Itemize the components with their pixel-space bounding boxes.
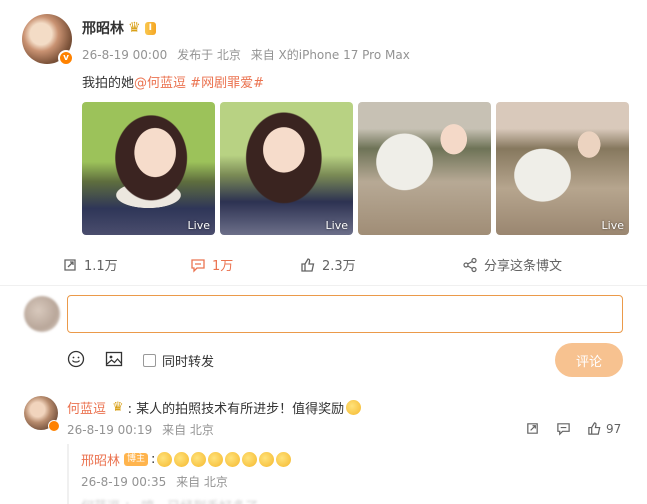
live-badge: Live bbox=[601, 219, 624, 232]
comment-actions: 97 bbox=[525, 421, 621, 436]
live-badge: Live bbox=[187, 219, 210, 232]
grin-emoji-icon bbox=[191, 452, 207, 467]
thumbs-up-icon bbox=[301, 257, 315, 272]
comment-time: 26-8-19 00:19 bbox=[67, 423, 153, 437]
post-meta: 26-8-19 00:00 发布于 北京 来自 X的iPhone 17 Pro … bbox=[82, 46, 416, 63]
repost-icon[interactable] bbox=[525, 421, 540, 436]
grin-emoji-icon bbox=[157, 452, 173, 467]
post-header: v 邢昭林 ♛ I 26-8-19 00:00 发布于 北京 来自 X的iPho… bbox=[22, 14, 416, 66]
author-info: 邢昭林 ♛ I 26-8-19 00:00 发布于 北京 来自 X的iPhone… bbox=[82, 14, 416, 64]
topic-link[interactable]: #网剧罪爱# bbox=[190, 76, 264, 91]
grin-emoji-icon bbox=[259, 452, 275, 467]
photo-1[interactable]: Live bbox=[82, 102, 215, 235]
grin-emoji-icon bbox=[225, 452, 241, 467]
cheeky-emoji-icon bbox=[346, 400, 362, 415]
reply-author-name[interactable]: 邢昭林 bbox=[81, 450, 120, 469]
photo-2[interactable]: Live bbox=[220, 102, 353, 235]
photo-3[interactable] bbox=[358, 102, 491, 235]
sync-repost-label: 同时转发 bbox=[162, 355, 215, 370]
comment-meta: 26-8-19 00:19 来自 北京 bbox=[67, 421, 220, 438]
comment-button[interactable]: 1万 bbox=[190, 255, 233, 274]
photo-gallery: Live Live Live bbox=[82, 102, 629, 235]
like-button[interactable]: 2.3万 bbox=[300, 255, 356, 274]
reply-thread: 邢昭林 博主 : 26-8-19 00:35 来自 北京 何蓝逗 ： 哼，已经到… bbox=[67, 444, 635, 504]
comment-text: : 某人的拍照技术有所进步！值得奖励 bbox=[127, 402, 345, 417]
vip-badge: I bbox=[144, 21, 156, 35]
sync-repost-checkbox[interactable] bbox=[143, 354, 156, 367]
verified-badge-icon: v bbox=[58, 50, 74, 66]
comment-icon bbox=[191, 258, 205, 273]
reply-line-2: 何蓝逗 ： 哼，已经到手好多了 bbox=[81, 496, 258, 504]
photo-4[interactable]: Live bbox=[496, 102, 629, 235]
image-icon[interactable] bbox=[105, 350, 123, 368]
thumbs-up-icon[interactable] bbox=[587, 421, 602, 436]
repost-count: 1.1万 bbox=[84, 259, 118, 274]
post-device: 来自 X的iPhone 17 Pro Max bbox=[250, 48, 410, 62]
post-text-prefix: 我拍的她 bbox=[82, 76, 135, 91]
post-time[interactable]: 26-8-19 00:00 bbox=[82, 48, 167, 62]
sync-repost-option[interactable]: 同时转发 bbox=[143, 351, 214, 370]
post-text: 我拍的她@何蓝逗 #网剧罪爱# bbox=[82, 72, 264, 91]
reply-meta: 26-8-19 00:35 来自 北京 bbox=[81, 473, 234, 490]
divider bbox=[0, 285, 647, 286]
comment-location: 来自 北京 bbox=[162, 423, 214, 437]
post-location: 发布于 北京 bbox=[177, 48, 241, 62]
like-count: 2.3万 bbox=[322, 259, 356, 274]
repost-icon bbox=[64, 258, 76, 271]
mention-link[interactable]: @何蓝逗 bbox=[134, 76, 186, 91]
crown-icon: ♛ bbox=[112, 400, 124, 415]
share-icon bbox=[463, 257, 477, 272]
author-name[interactable]: 邢昭林 bbox=[82, 18, 124, 38]
reply-text: : bbox=[151, 452, 156, 467]
share-label: 分享这条博文 bbox=[484, 259, 563, 274]
grin-emoji-icon bbox=[242, 452, 258, 467]
comment-count: 1万 bbox=[212, 259, 234, 274]
reply-location: 来自 北京 bbox=[176, 475, 228, 489]
comment-line: 何蓝逗 ♛ : 某人的拍照技术有所进步！值得奖励 bbox=[67, 398, 362, 417]
crown-icon: ♛ bbox=[128, 20, 141, 36]
comment-icon[interactable] bbox=[556, 421, 571, 436]
reply-time: 26-8-19 00:35 bbox=[81, 475, 167, 489]
author-name-row: 邢昭林 ♛ I bbox=[82, 18, 416, 38]
comment-input[interactable] bbox=[67, 295, 623, 333]
verified-badge-icon bbox=[48, 420, 60, 432]
live-badge: Live bbox=[325, 219, 348, 232]
current-user-avatar bbox=[24, 296, 60, 332]
grin-emoji-icon bbox=[276, 452, 292, 467]
reply-line: 邢昭林 博主 : bbox=[81, 450, 292, 469]
emoji-icon[interactable] bbox=[67, 350, 85, 368]
commenter-avatar[interactable] bbox=[24, 396, 60, 432]
author-avatar[interactable]: v bbox=[22, 14, 74, 66]
repost-button[interactable]: 1.1万 bbox=[62, 255, 118, 274]
share-button[interactable]: 分享这条博文 bbox=[462, 255, 562, 274]
grin-emoji-icon bbox=[208, 452, 224, 467]
commenter-name[interactable]: 何蓝逗 bbox=[67, 398, 106, 417]
host-badge: 博主 bbox=[124, 453, 149, 466]
comment-like-count: 97 bbox=[606, 421, 622, 436]
grin-emoji-icon bbox=[174, 452, 190, 467]
submit-comment-button[interactable]: 评论 bbox=[555, 343, 623, 377]
